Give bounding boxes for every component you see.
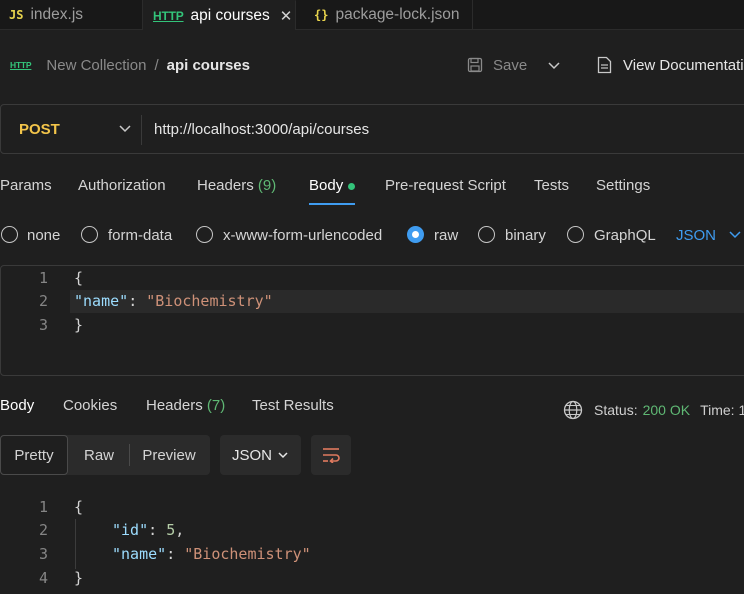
line-number: 3 [38,316,48,334]
http-request-icon: HTTP [10,60,32,70]
response-time-label: Time: 1 [700,402,744,418]
breadcrumb-separator: / [154,56,159,74]
radio-graphql[interactable] [567,226,584,243]
json-number-value: 5 [166,521,176,539]
radio-raw[interactable] [407,226,424,243]
active-tab-indicator [309,203,355,205]
tab-tests[interactable]: Tests [534,177,569,194]
line-number: 2 [38,521,48,539]
response-format-label: JSON [231,446,272,464]
tab-headers[interactable]: Headers (9) [197,177,276,194]
body-format-dropdown[interactable]: JSON [676,227,742,244]
radio-binary[interactable] [478,226,495,243]
response-format-dropdown[interactable]: JSON [220,435,301,475]
chevron-down-icon [729,231,741,239]
document-icon [597,56,612,74]
tab-index-js[interactable]: JS index.js [0,0,143,29]
close-icon[interactable]: ✕ [280,7,293,25]
globe-icon[interactable] [563,400,583,420]
view-pretty-button[interactable]: Pretty [0,435,68,475]
response-headers-count: (7) [206,397,226,414]
save-icon [467,57,483,73]
status-value: 200 OK [642,402,691,418]
wrap-lines-icon [323,448,340,463]
view-raw-button[interactable]: Raw [70,435,128,475]
tab-settings[interactable]: Settings [596,177,650,194]
json-string-value: "Biochemistry" [146,292,273,310]
tab-label: package-lock.json [335,5,460,23]
response-tab-body[interactable]: Body [0,397,34,414]
tab-pre-request-script[interactable]: Pre-request Script [385,177,506,194]
body-format-label: JSON [676,227,717,244]
line-number: 1 [38,269,48,287]
http-method-select[interactable]: POST [19,121,60,138]
radio-label-raw: raw [434,227,459,244]
json-key: "id" [112,521,149,539]
chevron-down-icon [548,62,560,70]
tab-headers-label: Headers [197,177,254,194]
save-options-dropdown[interactable] [547,55,561,75]
code-line: "name": "Biochemistry" [112,545,311,563]
radio-label-binary: binary [505,227,546,244]
tab-authorization[interactable]: Authorization [78,177,166,194]
status-label: Status: [594,402,638,418]
code-close-brace: } [74,316,84,334]
tab-api-courses[interactable]: HTTP api courses ✕ [143,0,296,30]
radio-label-none: none [27,227,61,244]
radio-label-graphql: GraphQL [594,227,656,244]
save-label: Save [493,56,528,74]
json-file-icon: {} [314,7,329,22]
code-line: "name": "Biochemistry" [74,292,273,310]
code-line: "id": 5, [112,521,185,539]
line-number: 3 [38,545,48,563]
radio-none[interactable] [1,226,18,243]
response-tab-test-results[interactable]: Test Results [252,397,334,414]
breadcrumb-request-name[interactable]: api courses [167,57,250,74]
http-request-icon: HTTP [153,8,184,23]
view-preview-button[interactable]: Preview [130,435,208,475]
modified-indicator [348,182,356,190]
request-body-editor[interactable] [0,265,744,376]
save-button[interactable]: Save [467,55,527,75]
tab-body-label: Body [309,177,344,194]
line-number: 4 [38,569,48,587]
json-string-value: "Biochemistry" [184,545,311,563]
code-close-brace: } [74,569,84,587]
line-number: 2 [38,292,48,310]
breadcrumb-collection[interactable]: New Collection [46,57,146,74]
code-open-brace: { [74,498,84,516]
divider [141,115,142,145]
view-documentation-label: View Documentation [623,56,744,74]
tab-params[interactable]: Params [0,177,52,194]
indent-guide [75,519,76,569]
tab-label: api courses [190,6,270,24]
chevron-down-icon [278,452,288,459]
response-tab-headers-label: Headers [146,397,203,414]
radio-x-www-form-urlencoded[interactable] [196,226,213,243]
wrap-lines-button[interactable] [311,435,351,475]
response-status: Status: 200 OK Time: 1 [563,400,744,420]
headers-count: (9) [257,177,277,194]
tab-body[interactable]: Body [309,177,356,194]
response-tab-headers[interactable]: Headers (7) [146,397,225,414]
json-key: "name" [112,545,167,563]
request-url-bar [0,104,744,154]
code-open-brace: { [74,269,84,287]
editor-tab-bar: JS index.js HTTP api courses ✕ {} packag… [0,0,744,30]
breadcrumb: HTTP New Collection / api courses [10,55,250,75]
json-colon: : [128,292,147,310]
radio-label-form-data: form-data [108,227,173,244]
javascript-file-icon: JS [9,7,24,22]
tab-package-lock-json[interactable]: {} package-lock.json [296,0,473,29]
tab-label: index.js [30,5,84,23]
chevron-down-icon[interactable] [118,121,132,139]
response-tab-cookies[interactable]: Cookies [63,397,117,414]
radio-form-data[interactable] [81,226,98,243]
line-number: 1 [38,498,48,516]
url-input[interactable]: http://localhost:3000/api/courses [154,121,369,138]
view-documentation-button[interactable]: View Documentation [597,55,744,75]
json-key: "name" [74,292,129,310]
radio-label-x-www-form-urlencoded: x-www-form-urlencoded [223,227,383,244]
